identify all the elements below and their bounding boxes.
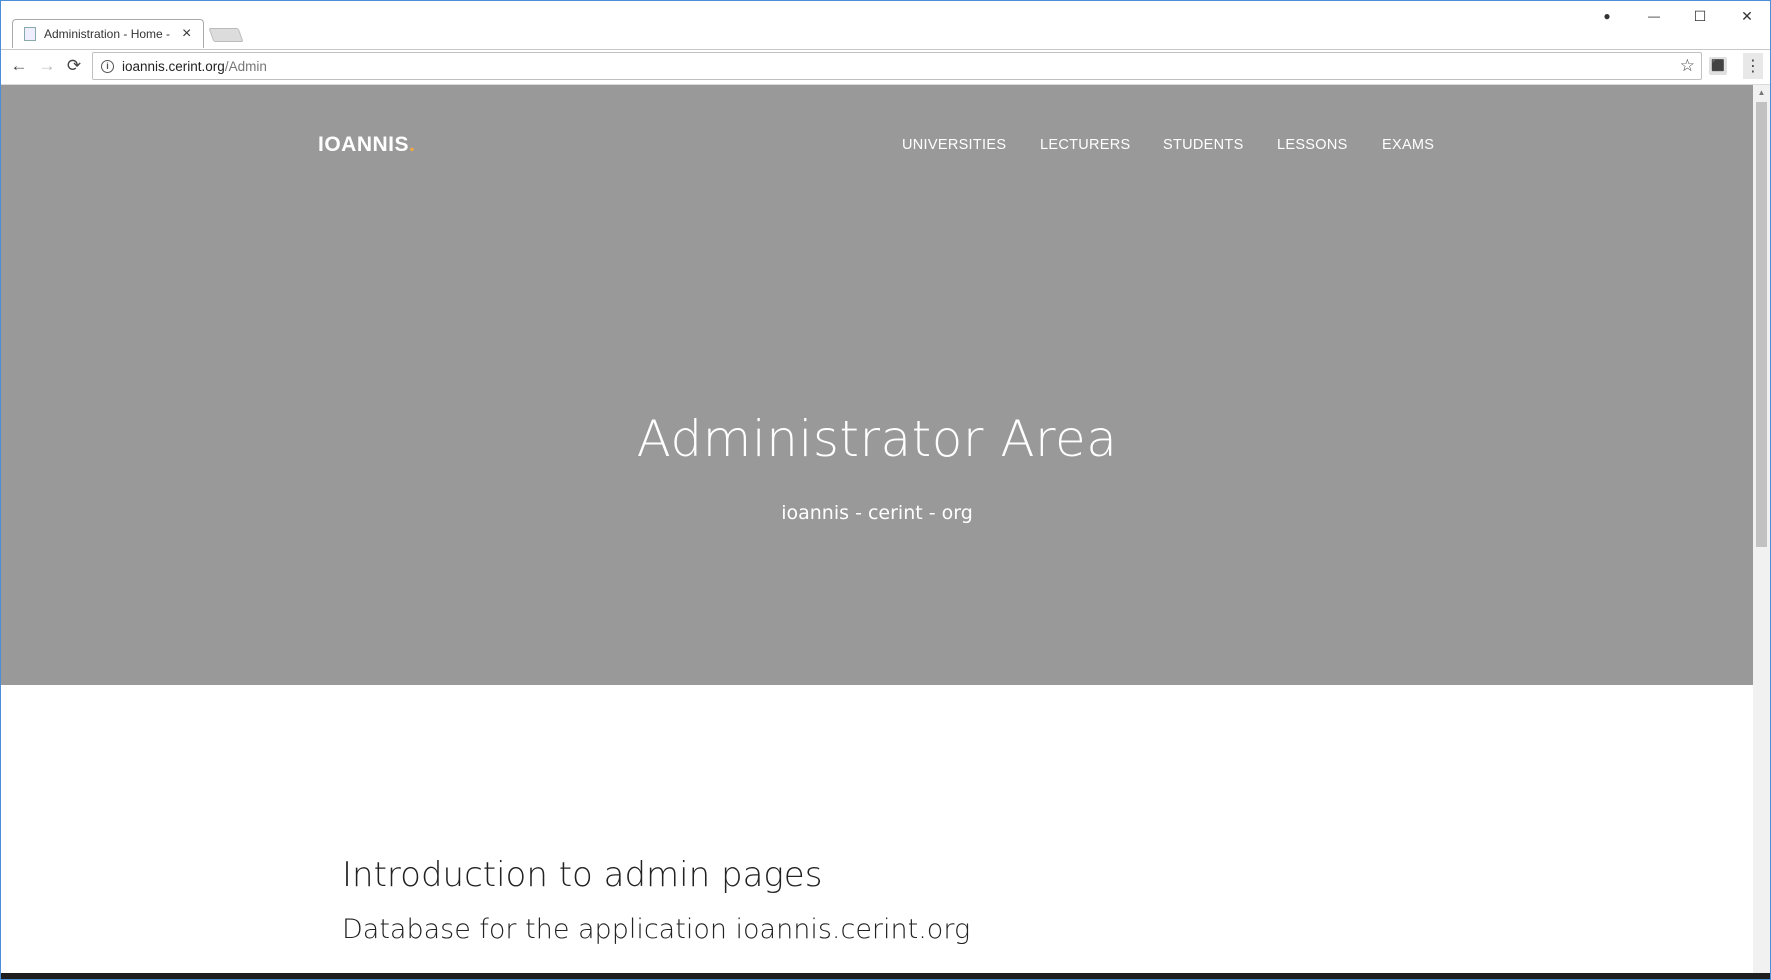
tab-close-icon[interactable]: ×	[182, 25, 191, 42]
brand-dot: .	[409, 133, 416, 156]
address-bar[interactable]: i ioannis.cerint.org/Admin ☆	[92, 52, 1702, 80]
url-path: /Admin	[224, 58, 267, 74]
page-favicon-icon	[24, 26, 36, 41]
intro-subheading: Database for the application ioannis.cer…	[342, 914, 971, 945]
new-tab-button[interactable]	[208, 28, 244, 42]
nav-lecturers[interactable]: LECTURERS	[1040, 137, 1131, 153]
scrollbar-thumb[interactable]	[1756, 102, 1767, 547]
nav-students[interactable]: STUDENTS	[1163, 137, 1244, 153]
back-button[interactable]: ←	[8, 55, 30, 77]
hero-section: IOANNIS. UNIVERSITIES LECTURERS STUDENTS…	[1, 85, 1753, 685]
reload-button[interactable]: ⟳	[63, 55, 85, 77]
intro-heading: Introduction to admin pages	[342, 855, 823, 895]
close-window-button[interactable]: ✕	[1736, 6, 1758, 26]
os-taskbar	[0, 973, 1771, 980]
bookmark-star-icon[interactable]: ☆	[1680, 56, 1695, 76]
tab-title: Administration - Home -	[44, 26, 171, 41]
brand-text: IOANNIS	[318, 133, 410, 156]
maximize-button[interactable]: ☐	[1689, 6, 1711, 26]
url-host: ioannis.cerint.org	[122, 58, 225, 74]
page-scrollbar[interactable]: ▲	[1753, 85, 1770, 973]
nav-lessons[interactable]: LESSONS	[1277, 137, 1348, 153]
scroll-up-arrow-icon[interactable]: ▲	[1753, 85, 1770, 100]
browser-tab-content[interactable]: Administration - Home - ×	[12, 19, 204, 48]
site-info-icon[interactable]: i	[101, 59, 114, 73]
browser-menu-icon[interactable]: ⋮	[1743, 53, 1763, 79]
nav-universities[interactable]: UNIVERSITIES	[902, 137, 1006, 153]
page-viewport: IOANNIS. UNIVERSITIES LECTURERS STUDENTS…	[1, 85, 1753, 973]
hero-subtitle: ioannis - cerint - org	[781, 502, 973, 524]
site-logo[interactable]: IOANNIS.	[318, 133, 415, 157]
account-icon[interactable]: ●	[1596, 6, 1618, 26]
hero-title: Administrator Area	[636, 410, 1118, 468]
minimize-button[interactable]: —	[1643, 6, 1665, 26]
nav-exams[interactable]: EXAMS	[1382, 137, 1434, 153]
forward-button[interactable]: →	[36, 55, 58, 77]
extension-icon[interactable]: ⬛	[1709, 57, 1727, 75]
